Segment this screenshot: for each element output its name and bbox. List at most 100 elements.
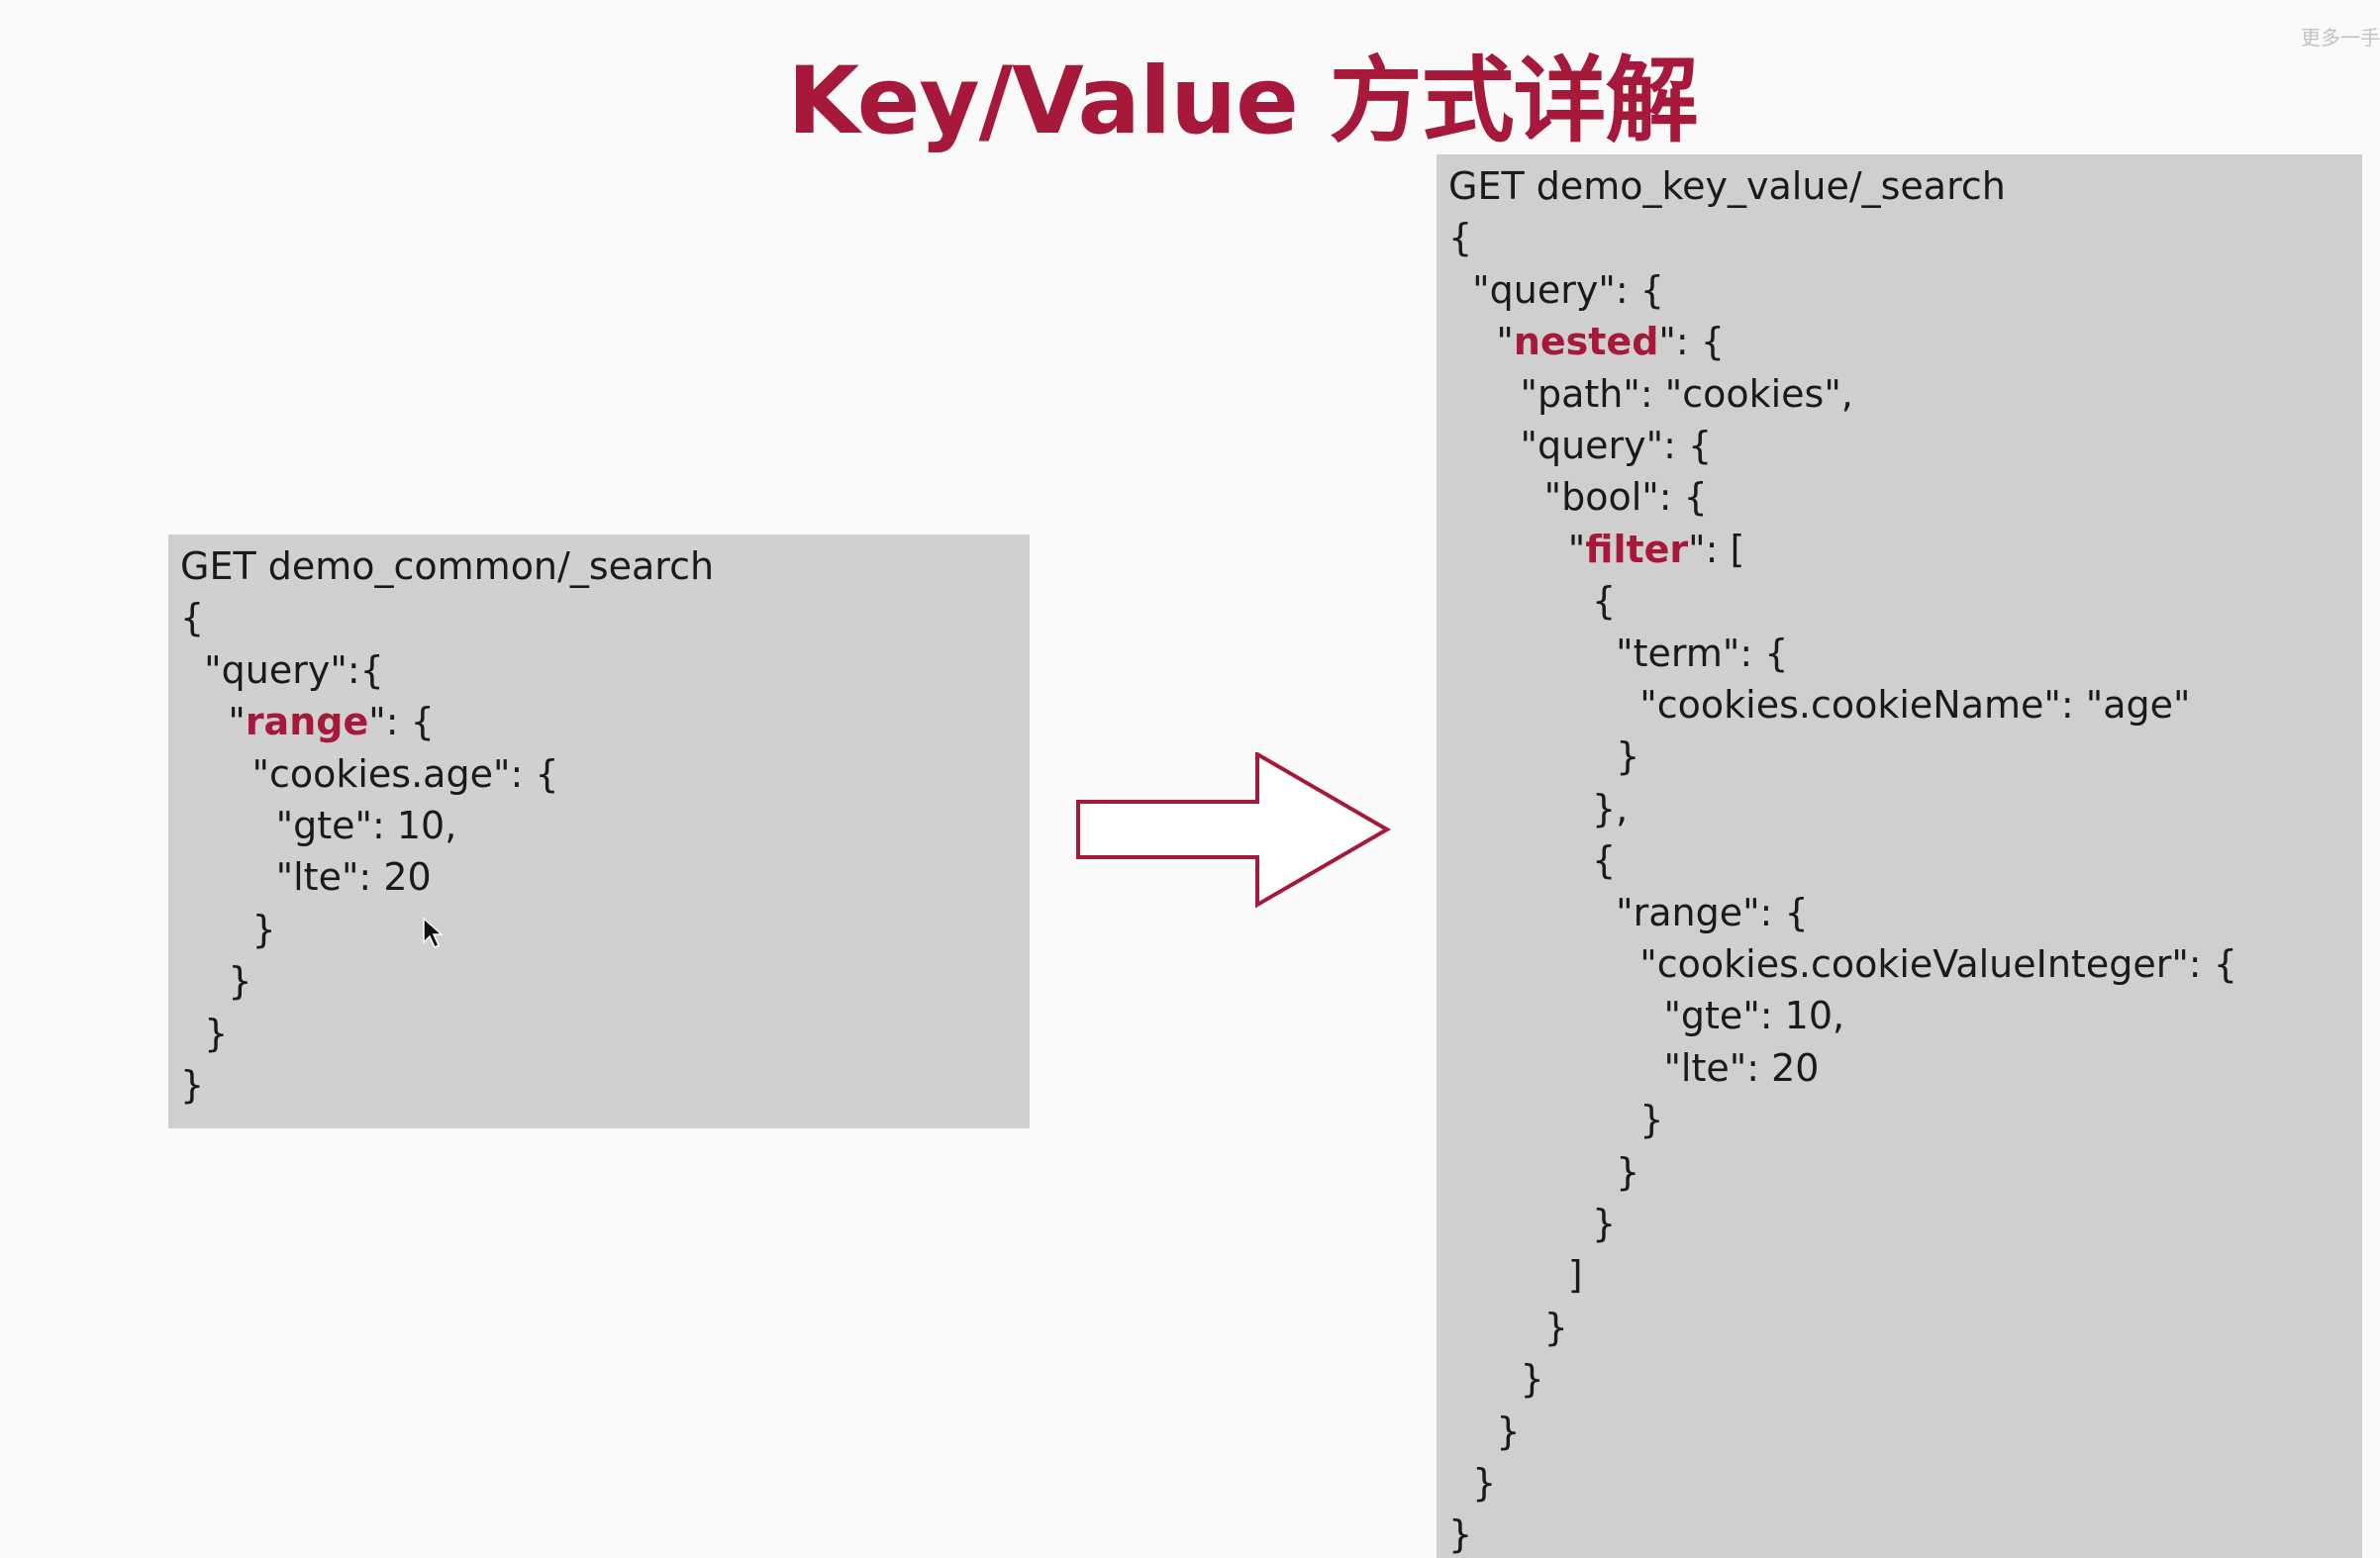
code-line: "path": "cookies", xyxy=(1448,368,1853,420)
code-text: "lte": 20 xyxy=(1663,1045,1820,1090)
code-line: "query":{ xyxy=(180,644,384,696)
code-text: GET demo_key_value/_search xyxy=(1448,164,2006,208)
code-line: } xyxy=(180,904,276,955)
code-text: "cookies.cookieValueInteger": { xyxy=(1639,942,2237,986)
code-text: "gte": 10, xyxy=(275,804,457,847)
code-text: } xyxy=(1543,1305,1568,1349)
code-text: ] xyxy=(1567,1253,1583,1298)
code-text: " xyxy=(1496,320,1514,364)
code-text: }, xyxy=(1591,786,1629,830)
code-line: } xyxy=(180,1059,204,1111)
code-text: } xyxy=(180,1063,205,1107)
code-line: "lte": 20 xyxy=(1448,1042,1819,1094)
code-text: "gte": 10, xyxy=(1663,994,1845,1038)
code-line: } xyxy=(1448,730,1639,782)
code-text: } xyxy=(1591,1202,1617,1245)
code-line: } xyxy=(1448,1406,1520,1457)
code-line: "cookies.cookieName": "age" xyxy=(1448,679,2191,730)
code-text-suffix: ": { xyxy=(368,700,435,744)
code-line: "range": { xyxy=(180,696,435,747)
code-text: "query":{ xyxy=(204,647,384,692)
right-arrow-icon xyxy=(1076,752,1391,909)
code-keyword-highlight: filter xyxy=(1585,527,1689,571)
code-line: } xyxy=(1448,1509,1472,1558)
code-line: } xyxy=(180,955,252,1007)
code-line: "bool": { xyxy=(1448,471,1708,523)
code-line: { xyxy=(1448,834,1616,886)
code-text: } xyxy=(1616,734,1640,779)
code-text: } xyxy=(228,959,252,1004)
code-text: } xyxy=(1639,1098,1664,1142)
code-keyword-highlight: nested xyxy=(1513,320,1659,364)
code-line: } xyxy=(1448,1457,1496,1509)
code-text: "query": { xyxy=(1472,267,1664,312)
code-text: } xyxy=(251,907,276,951)
code-line: "cookies.age": { xyxy=(180,748,559,800)
code-text-suffix: ": { xyxy=(1658,320,1725,364)
code-text: "query": { xyxy=(1520,424,1713,467)
code-line: } xyxy=(1448,1146,1639,1198)
code-text: } xyxy=(1448,1512,1473,1557)
code-keyword-highlight: range xyxy=(245,700,369,744)
code-line: } xyxy=(1448,1353,1544,1405)
code-line: "filter": [ xyxy=(1448,524,1745,575)
right-code-panel: GET demo_key_value/_search { "query": { "… xyxy=(1437,154,2362,1558)
code-text: } xyxy=(1616,1149,1640,1194)
code-line: GET demo_common/_search xyxy=(180,540,714,592)
code-text: "term": { xyxy=(1616,631,1789,675)
code-text: "cookies.cookieName": "age" xyxy=(1639,683,2191,727)
code-text: { xyxy=(1448,216,1473,260)
code-text: "range": { xyxy=(1616,890,1809,934)
corner-watermark-text: 更多一手 xyxy=(2301,26,2380,49)
code-line: GET demo_key_value/_search xyxy=(1448,160,2006,212)
code-text-suffix: ": [ xyxy=(1688,527,1745,571)
code-line: } xyxy=(1448,1198,1616,1249)
slide-title: Key/Value 方式详解 xyxy=(787,48,1698,155)
code-text: { xyxy=(1591,579,1617,624)
code-text: } xyxy=(1520,1357,1544,1402)
code-line: } xyxy=(1448,1094,1663,1145)
code-text: } xyxy=(204,1011,229,1055)
code-line: "query": { xyxy=(1448,264,1664,316)
mouse-pointer-icon xyxy=(423,917,444,949)
code-text: "path": "cookies", xyxy=(1520,371,1853,416)
code-line: "query": { xyxy=(1448,420,1712,471)
code-line: ] xyxy=(1448,1249,1583,1301)
code-line: "lte": 20 xyxy=(180,851,432,903)
code-line: "cookies.cookieValueInteger": { xyxy=(1448,938,2237,990)
code-line: } xyxy=(1448,1302,1568,1353)
code-text: "cookies.age": { xyxy=(251,751,559,796)
code-line: { xyxy=(180,592,204,643)
left-code-panel: GET demo_common/_search { "query":{ "rang… xyxy=(168,535,1030,1128)
code-text: "bool": { xyxy=(1543,475,1708,520)
code-line: "gte": 10, xyxy=(1448,990,1844,1041)
code-text: GET demo_common/_search xyxy=(180,544,715,588)
code-line: "nested": { xyxy=(1448,316,1725,367)
code-line: } xyxy=(180,1008,228,1059)
